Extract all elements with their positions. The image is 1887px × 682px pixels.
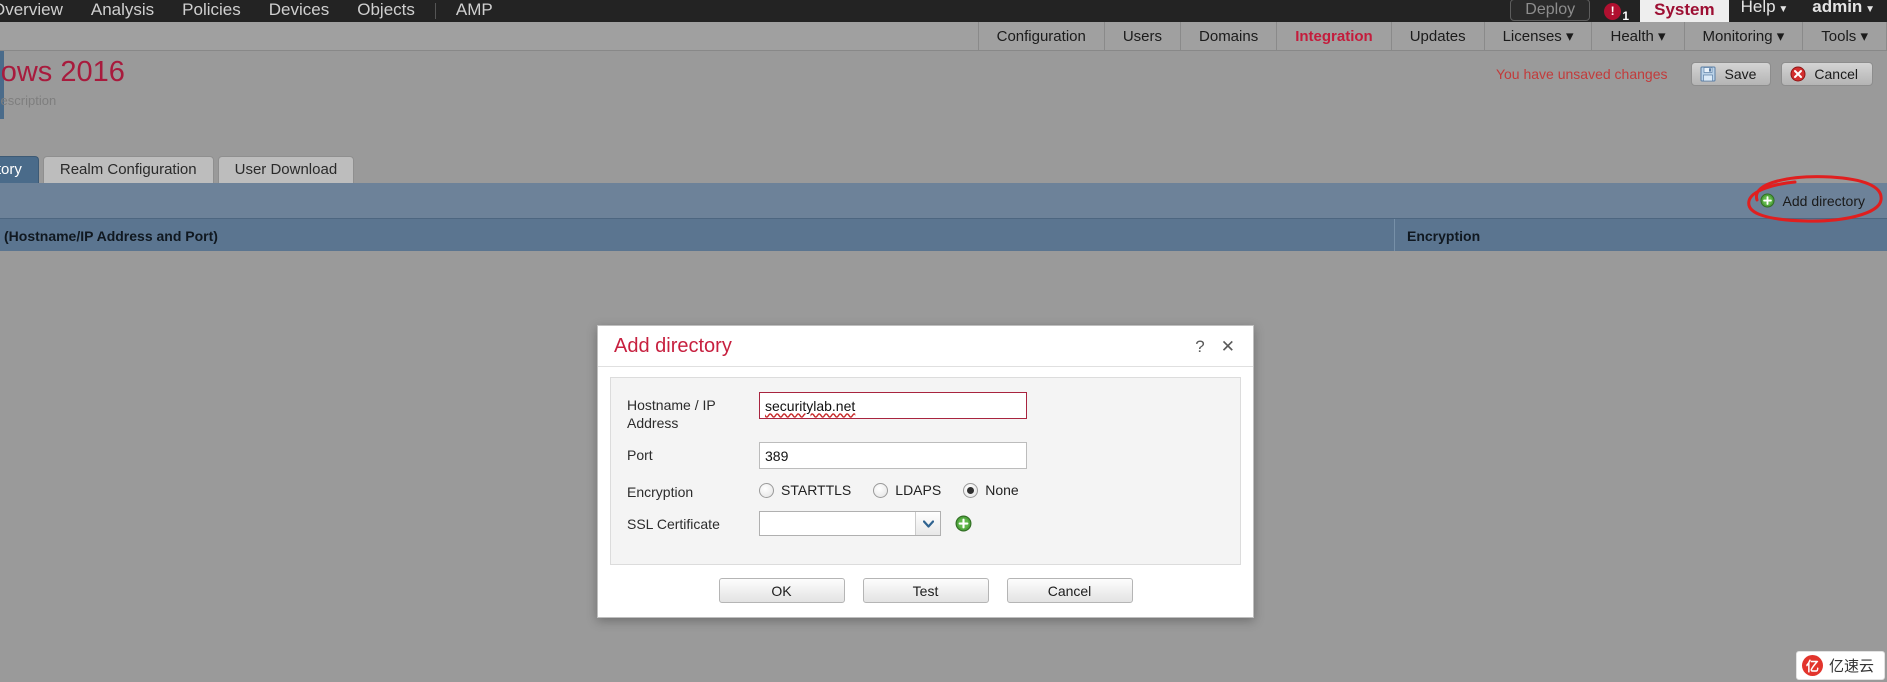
- cancel-button[interactable]: Cancel: [1781, 62, 1873, 86]
- unsaved-changes-toolbar: You have unsaved changes Save Cancel: [1496, 62, 1873, 86]
- nav-item-system[interactable]: System: [1640, 0, 1729, 22]
- ssl-certificate-select[interactable]: [759, 511, 941, 536]
- secondary-navigation-bar: Configuration Users Domains Integration …: [0, 22, 1887, 51]
- page-subtitle: er Description: [0, 93, 57, 108]
- chevron-down-icon: ▼: [1775, 4, 1789, 15]
- radio-starttls[interactable]: STARTTLS: [759, 482, 851, 498]
- hostname-label: Hostname / IP Address: [627, 397, 716, 431]
- test-button[interactable]: Test: [862, 578, 989, 603]
- ok-button[interactable]: OK: [718, 578, 845, 603]
- watermark: 亿 亿速云: [1795, 651, 1885, 680]
- chevron-down-icon: ▼: [1862, 4, 1875, 15]
- radio-button-icon: [759, 482, 774, 498]
- encryption-radio-group: STARTTLS LDAPS None: [759, 479, 1041, 498]
- ssl-certificate-control: [759, 511, 972, 536]
- watermark-text: 亿速云: [1828, 658, 1874, 675]
- radio-button-selected-icon: [963, 482, 979, 498]
- watermark-logo-icon: 亿: [1801, 655, 1823, 676]
- subnav-item-tools[interactable]: Tools ▾: [1802, 22, 1887, 50]
- port-input[interactable]: 389: [759, 442, 1027, 469]
- warning-icon[interactable]: ! 1: [1604, 1, 1630, 22]
- hostname-input-value: securitylab.net: [765, 397, 856, 414]
- subnav-item-domains[interactable]: Domains: [1180, 22, 1276, 50]
- tab-user-download[interactable]: User Download: [217, 156, 355, 183]
- column-header-encryption[interactable]: Encryption: [1394, 219, 1480, 252]
- floppy-disk-icon: [1700, 66, 1716, 82]
- radio-none[interactable]: None: [963, 482, 1019, 498]
- subnav-item-monitoring[interactable]: Monitoring ▾: [1683, 22, 1803, 50]
- ssl-certificate-label: SSL Certificate: [627, 516, 720, 532]
- save-button-label: Save: [1724, 66, 1757, 82]
- subnav-item-updates[interactable]: Updates: [1390, 22, 1484, 50]
- green-plus-circle-icon: [1759, 193, 1775, 208]
- dialog-title: Add directory: [614, 334, 732, 357]
- tab-directory[interactable]: ectory: [0, 156, 39, 183]
- dialog-header: Add directory ? ✕: [598, 326, 1253, 367]
- radio-ldaps-label: LDAPS: [895, 482, 942, 498]
- port-input-value: 389: [765, 447, 789, 464]
- nav-item-policies[interactable]: Policies: [168, 0, 255, 22]
- cancel-button-label: Cancel: [1814, 66, 1858, 82]
- form-row-hostname: Hostname / IP Address securitylab.net: [611, 392, 1240, 442]
- top-nav-items: Overview Analysis Policies Devices Objec…: [0, 0, 507, 22]
- page-title: indows 2016: [0, 56, 125, 88]
- warning-icon-circle: !: [1604, 3, 1622, 20]
- nav-item-help[interactable]: Help ▼: [1729, 0, 1801, 22]
- help-icon[interactable]: ?: [1195, 338, 1204, 355]
- radio-starttls-label: STARTTLS: [781, 482, 852, 498]
- column-header-hostname[interactable]: (Hostname/IP Address and Port): [0, 228, 218, 244]
- tab-realm-configuration[interactable]: Realm Configuration: [42, 156, 214, 183]
- dialog-body: Hostname / IP Address securitylab.net Po…: [610, 377, 1241, 565]
- tab-bar: ectory Realm Configuration User Download: [0, 155, 1887, 183]
- add-directory-label: Add directory: [1782, 192, 1865, 209]
- nav-item-objects[interactable]: Objects: [343, 0, 429, 22]
- top-bar-right-group: Deploy ! 1 System Help ▼ admin ▼: [1510, 0, 1887, 22]
- secondary-nav-items: Configuration Users Domains Integration …: [977, 22, 1887, 50]
- subnav-item-integration[interactable]: Integration: [1276, 22, 1391, 50]
- form-row-port: Port 389: [611, 442, 1240, 479]
- subnav-item-licenses[interactable]: Licenses ▾: [1483, 22, 1592, 50]
- nav-item-admin[interactable]: admin ▼: [1800, 0, 1887, 22]
- encryption-label: Encryption: [627, 484, 694, 500]
- top-navigation-bar: Overview Analysis Policies Devices Objec…: [0, 0, 1887, 22]
- deploy-button[interactable]: Deploy: [1510, 0, 1591, 21]
- subnav-item-configuration[interactable]: Configuration: [977, 22, 1104, 50]
- radio-none-label: None: [985, 482, 1019, 498]
- subnav-item-health[interactable]: Health ▾: [1591, 22, 1683, 50]
- form-row-encryption: Encryption STARTTLS LDAPS None: [611, 479, 1240, 511]
- dialog-cancel-button[interactable]: Cancel: [1006, 578, 1133, 603]
- nav-item-devices[interactable]: Devices: [255, 0, 343, 22]
- red-x-circle-icon: [1790, 66, 1806, 82]
- add-directory-dialog: Add directory ? ✕ Hostname / IP Address …: [597, 325, 1254, 618]
- help-label: Help: [1740, 0, 1776, 16]
- nav-item-overview[interactable]: Overview: [0, 0, 77, 22]
- chevron-down-icon: [915, 512, 940, 535]
- nav-item-amp[interactable]: AMP: [442, 0, 507, 22]
- save-button[interactable]: Save: [1691, 62, 1772, 86]
- add-certificate-button[interactable]: [955, 515, 972, 532]
- add-directory-button[interactable]: Add directory: [1759, 192, 1865, 209]
- nav-item-analysis[interactable]: Analysis: [77, 0, 168, 22]
- dialog-footer: OK Test Cancel: [598, 565, 1253, 617]
- port-label: Port: [627, 447, 653, 463]
- alert-count-badge: 1: [1622, 9, 1630, 22]
- radio-ldaps[interactable]: LDAPS: [873, 482, 941, 498]
- subnav-item-users[interactable]: Users: [1103, 22, 1180, 50]
- content-toolbar: Add directory: [0, 183, 1887, 218]
- radio-button-icon: [873, 482, 889, 498]
- hostname-input[interactable]: securitylab.net: [759, 392, 1027, 419]
- close-icon[interactable]: ✕: [1221, 338, 1235, 355]
- admin-label: admin: [1812, 0, 1863, 16]
- form-row-ssl-certificate: SSL Certificate: [611, 511, 1240, 546]
- unsaved-changes-message: You have unsaved changes: [1495, 66, 1668, 82]
- nav-divider: [434, 3, 436, 19]
- directory-table-header: (Hostname/IP Address and Port) Encryptio…: [0, 218, 1887, 253]
